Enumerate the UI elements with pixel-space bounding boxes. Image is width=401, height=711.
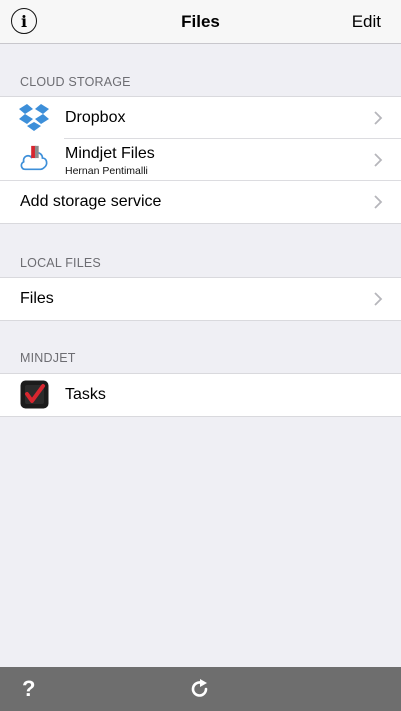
section-header-local-files: LOCAL FILES [20,256,101,270]
add-storage-service-label: Add storage service [20,193,162,210]
section-header-mindjet: MINDJET [20,351,76,365]
list-item-mindjet-files[interactable]: Mindjet Files Hernan Pentimalli [0,139,401,181]
files-label: Files [20,290,54,307]
tasks-label: Tasks [65,386,106,403]
dropbox-label: Dropbox [65,109,126,126]
bottom-toolbar: ? [0,667,401,711]
chevron-right-icon [374,111,383,125]
mindjet-group: Tasks [0,373,401,417]
help-icon[interactable]: ? [22,676,35,702]
list-item-add-storage-service[interactable]: Add storage service [0,181,401,223]
mindjet-files-label: Mindjet Files [65,145,155,162]
local-files-group: Files [0,277,401,321]
chevron-right-icon [374,195,383,209]
page-title: Files [181,12,220,31]
list-item-dropbox[interactable]: Dropbox [0,97,401,139]
navigation-bar: i Files Edit [0,0,401,44]
tasks-app-icon [20,380,49,409]
edit-button[interactable]: Edit [352,12,381,32]
chevron-right-icon [374,153,383,167]
dropbox-icon [19,104,49,131]
refresh-icon[interactable] [189,678,211,700]
mindjet-cloud-icon [20,145,48,171]
section-header-cloud-storage: CLOUD STORAGE [20,75,131,89]
chevron-right-icon [374,292,383,306]
list-item-files[interactable]: Files [0,278,401,320]
cloud-storage-group: Dropbox Mindjet Files Hernan Pentimalli … [0,96,401,224]
list-item-tasks[interactable]: Tasks [0,374,401,416]
mindjet-account-name: Hernan Pentimalli [65,165,148,177]
